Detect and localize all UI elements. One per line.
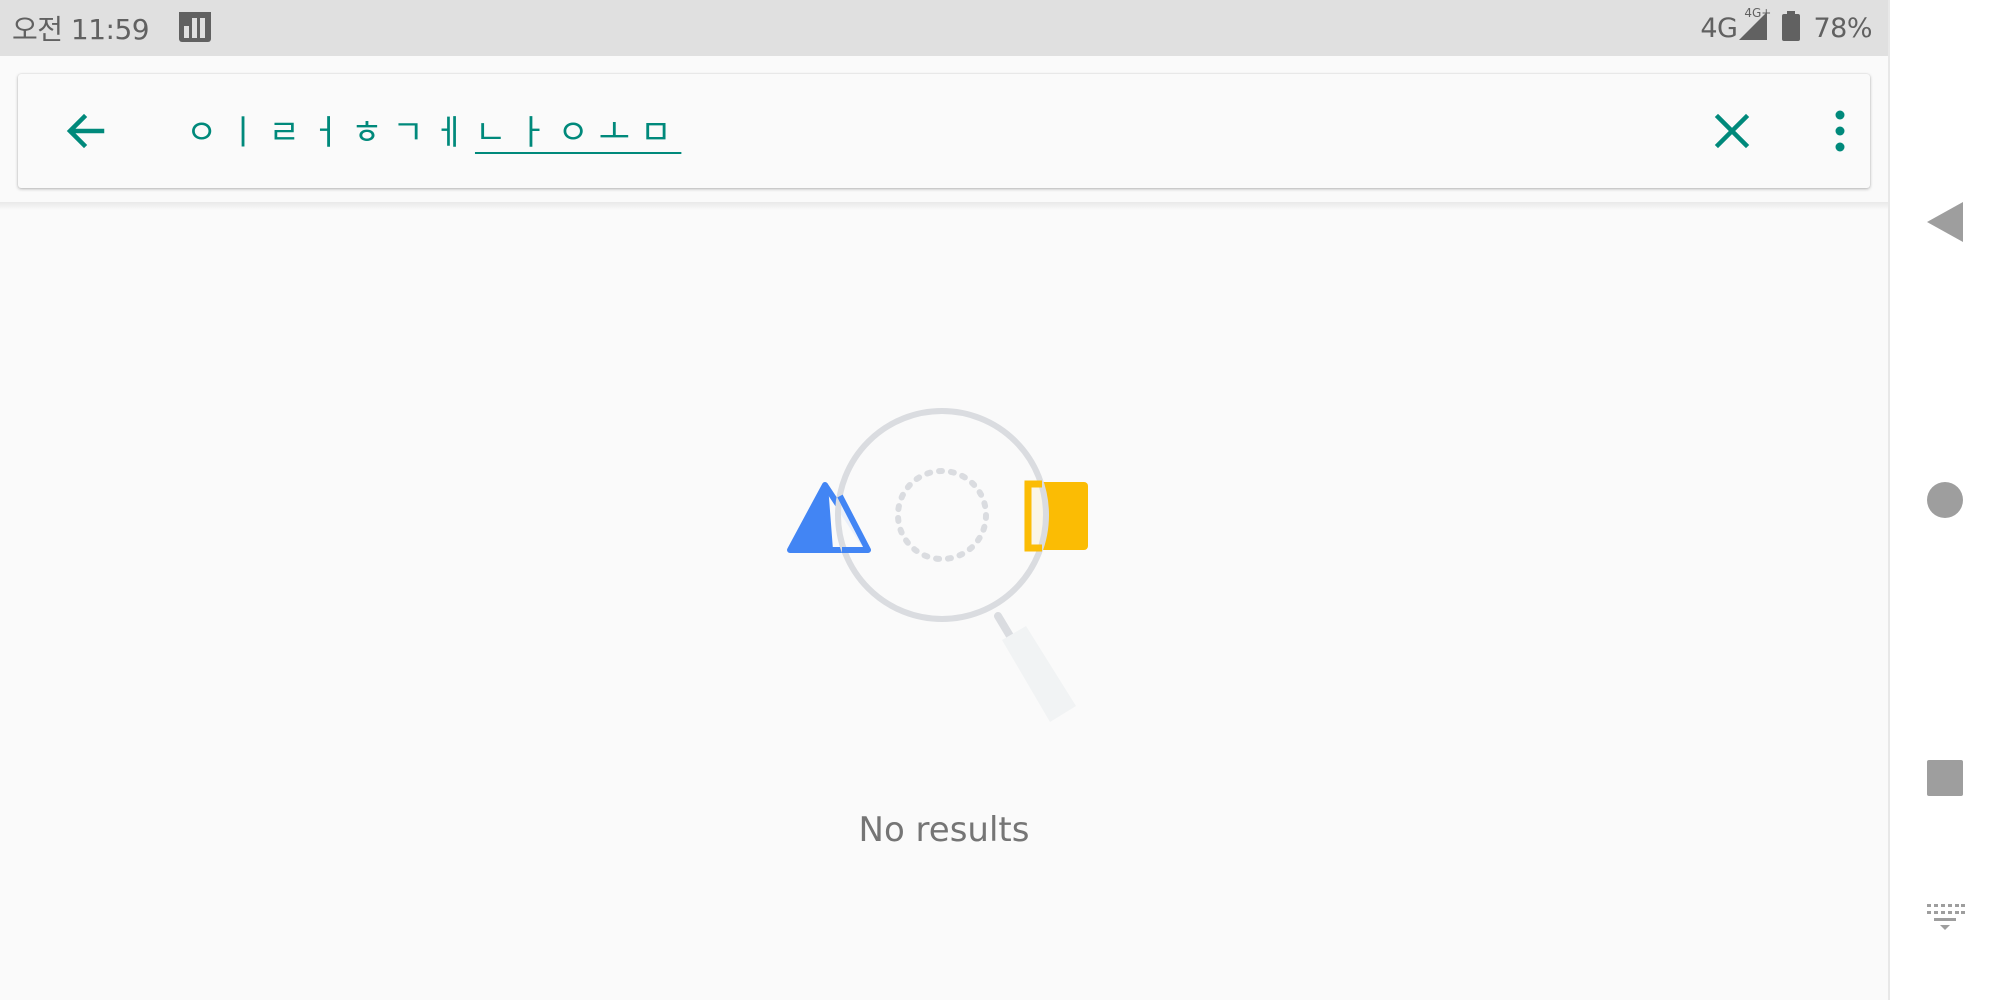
network-badge: 4G+ [1744,6,1772,20]
status-right: 4G 4G+ 78% [1700,6,1872,46]
battery-level: 78% [1813,12,1872,44]
arrow-back-icon [58,113,114,163]
nav-back-icon [1923,198,1967,250]
battery-icon [1781,10,1801,46]
keyboard-switch-button[interactable] [1890,900,2000,936]
keyboard-icon [1923,900,1967,936]
network-type: 4G [1700,12,1738,44]
nav-home-icon [1925,480,1965,524]
status-bar: 오전 11:59 4G 4G+ 78% [0,0,1888,56]
more-vert-icon [1812,110,1868,163]
no-results-message: No results [858,810,1030,850]
search-bar-shadow [0,202,1888,210]
search-bar: ㅇㅣㄹㅓㅎㄱㅔ ㄴㅏㅇㅗㅁ [18,74,1870,188]
back-button[interactable] [58,103,114,159]
close-icon [1704,113,1760,163]
no-results-magnifier-icon [780,408,1120,754]
navigation-bar [1888,0,2000,1000]
status-time: 오전 11:59 [12,13,150,46]
nav-back-button[interactable] [1890,198,2000,250]
no-results-illustration [780,400,1120,750]
more-options-button[interactable] [1812,103,1868,159]
search-input[interactable]: ㅇㅣㄹㅓㅎㄱㅔ ㄴㅏㅇㅗㅁ [186,98,681,160]
clear-search-button[interactable] [1704,103,1760,159]
search-query-committed: ㅇㅣㄹㅓㅎㄱㅔ [186,112,475,153]
search-query-composing: ㄴㅏㅇㅗㅁ [474,112,682,153]
network-indicator: 4G 4G+ [1700,6,1771,46]
nav-home-button[interactable] [1890,480,2000,524]
nav-recents-button[interactable] [1890,758,2000,802]
nav-recents-icon [1925,758,1965,802]
usage-bars-icon [175,6,215,50]
status-left: 오전 11:59 [12,6,215,50]
